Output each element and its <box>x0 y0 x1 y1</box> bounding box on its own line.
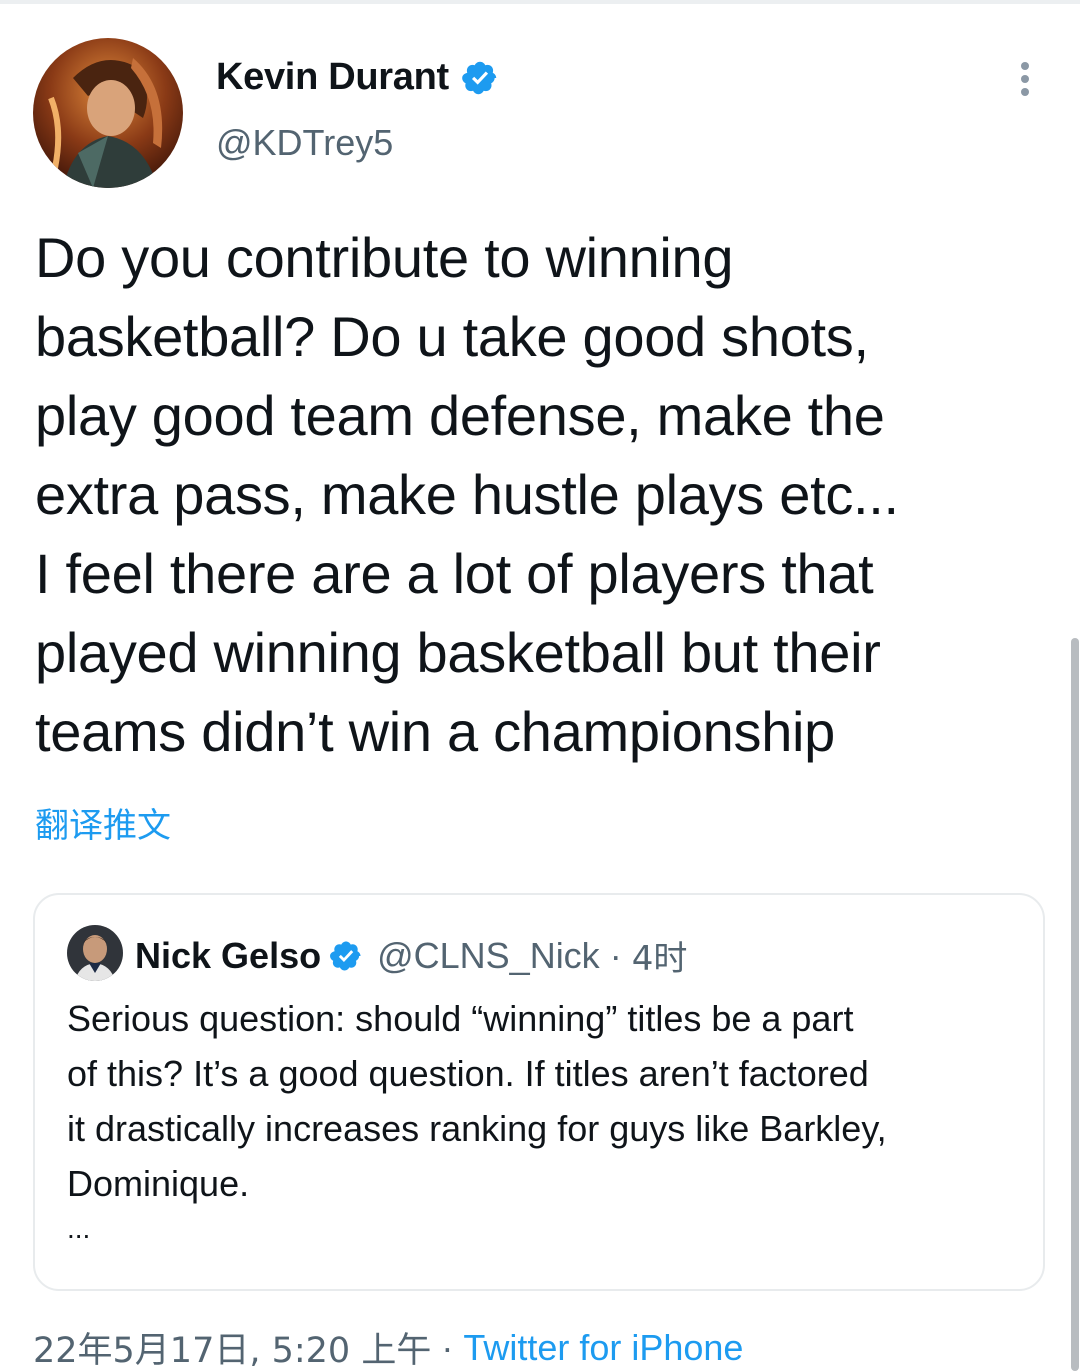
quote-timestamp[interactable]: 4时 <box>632 931 688 980</box>
tweet-source-link[interactable]: Twitter for iPhone <box>463 1327 743 1369</box>
tweet-text: Do you contribute to winning basketball?… <box>35 226 899 763</box>
quote-ellipsis: ... <box>67 1213 91 1244</box>
quote-avatar <box>67 925 123 981</box>
quote-author-name[interactable]: Nick Gelso <box>135 935 321 977</box>
separator-dot: · <box>609 934 622 976</box>
author-name-row[interactable]: Kevin Durant <box>216 56 499 99</box>
more-vertical-icon[interactable] <box>1014 62 1036 102</box>
separator-dot: · <box>441 1326 454 1368</box>
quoted-tweet-card[interactable]: Nick Gelso @CLNS_Nick · 4时 Serious quest… <box>33 893 1045 1291</box>
tweet-meta: 22年5月17日, 5:20 上午 · Twitter for iPhone <box>33 1322 743 1371</box>
translate-tweet-link[interactable]: 翻译推文 <box>35 798 171 847</box>
top-divider <box>0 0 1080 4</box>
author-name[interactable]: Kevin Durant <box>216 56 449 99</box>
quote-header: Nick Gelso @CLNS_Nick · 4时 <box>135 931 687 980</box>
avatar[interactable] <box>33 38 183 188</box>
quote-author-handle[interactable]: @CLNS_Nick <box>377 935 600 977</box>
quote-text: Serious question: should “winning” title… <box>67 998 887 1204</box>
verified-badge-icon <box>461 59 499 97</box>
author-handle[interactable]: @KDTrey5 <box>216 122 393 164</box>
scrollbar[interactable] <box>1071 638 1079 1371</box>
verified-badge-icon <box>329 939 363 973</box>
tweet-timestamp[interactable]: 22年5月17日, 5:20 上午 <box>33 1322 431 1371</box>
